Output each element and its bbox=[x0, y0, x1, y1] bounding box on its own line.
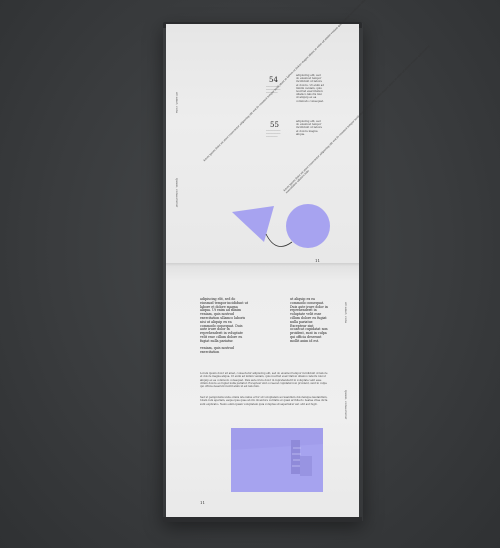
book-spine-bottom bbox=[163, 517, 362, 522]
dark-arc-line bbox=[265, 233, 293, 247]
bottom-page-number: 11 bbox=[200, 500, 206, 505]
geometric-shapes bbox=[232, 204, 330, 248]
top-side-label: sit amet, cons bbox=[175, 92, 179, 114]
text-column-left: adipiscing elit, sed do eiusmod tempor i… bbox=[200, 297, 248, 355]
number-54: 54 bbox=[269, 76, 278, 84]
text-block-55: adipiscing elit, sed do eiusmod tempor i… bbox=[296, 120, 323, 136]
text-block-54: adipiscing elit, sed do eiusmod tempor i… bbox=[296, 74, 325, 103]
caption-55: ────────── ────────── ──────── bbox=[266, 129, 281, 138]
bottom-side-label: sit amet, cons bbox=[344, 302, 348, 324]
lavender-circle bbox=[286, 204, 330, 248]
body-paragraph-2: Sed ut perspiciatis unde omnis iste natu… bbox=[200, 396, 328, 406]
lavender-photo bbox=[231, 428, 323, 492]
number-55: 55 bbox=[270, 121, 279, 129]
bottom-side-label-2: ipsum, consectetur bbox=[344, 390, 348, 420]
photo-structure bbox=[291, 440, 300, 474]
text-column-right: ut aliquip ex ea commodo consequat. Duis… bbox=[290, 297, 328, 343]
body-paragraph-1: Lorem ipsum dolor sit amet, consectetur … bbox=[200, 372, 328, 389]
top-side-label-2: ipsum, consectetur bbox=[175, 178, 179, 208]
